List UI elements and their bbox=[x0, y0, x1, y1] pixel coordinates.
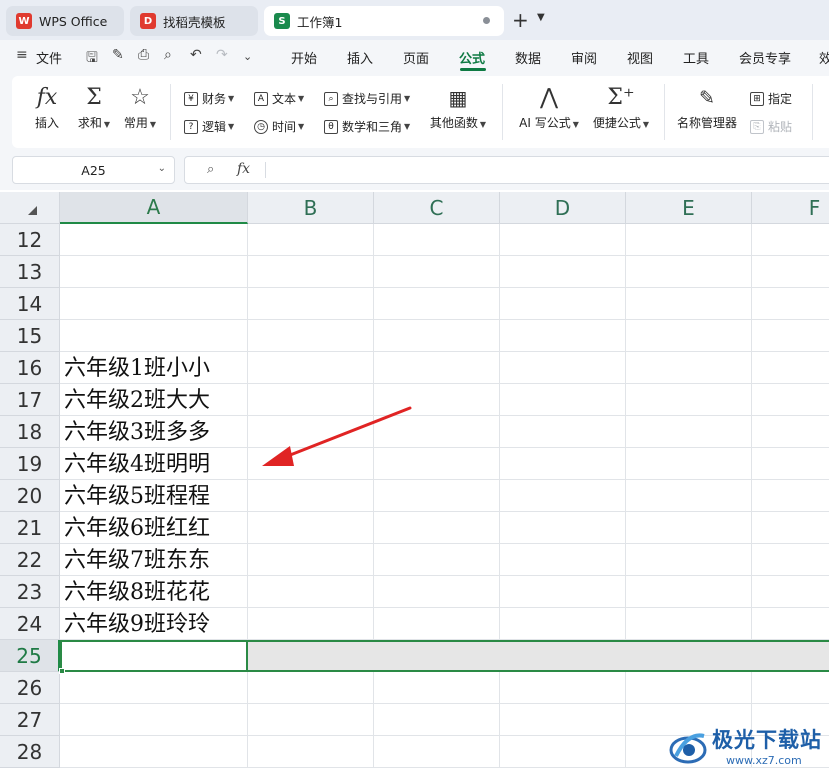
watermark: 极光下载站 www.xz7.com bbox=[668, 722, 828, 774]
annotation-arrow bbox=[262, 406, 412, 466]
watermark-name: 极光下载站 bbox=[712, 728, 822, 752]
watermark-logo-icon bbox=[669, 733, 707, 764]
watermark-url: www.xz7.com bbox=[726, 754, 802, 767]
